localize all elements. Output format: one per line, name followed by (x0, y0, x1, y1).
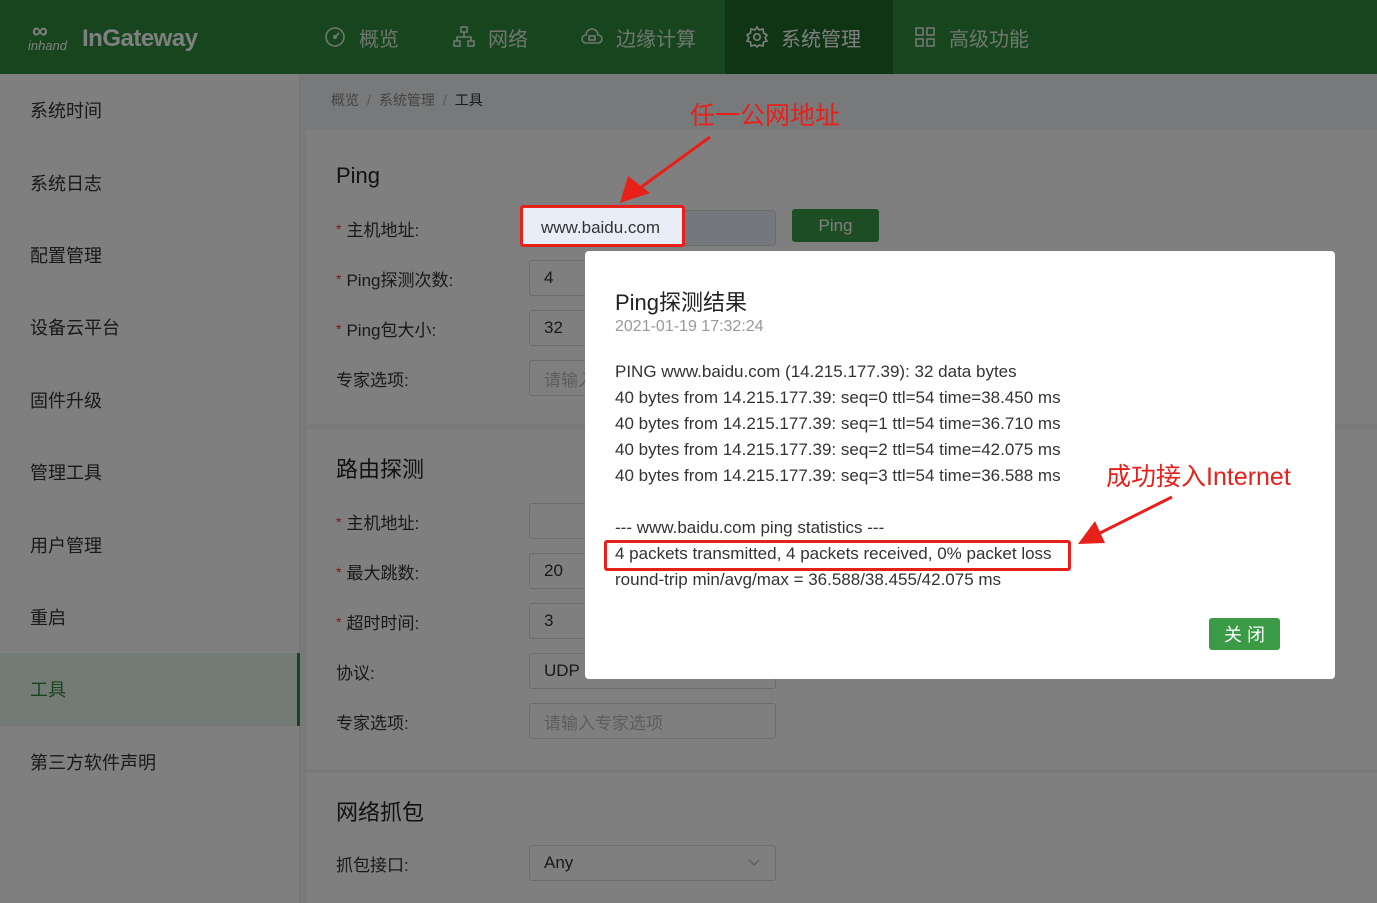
dialog-title: Ping探测结果 (615, 290, 748, 315)
annotation-note-public-address: 任一公网地址 (690, 102, 841, 130)
annotation-note-internet: 成功接入Internet (1106, 463, 1291, 491)
output-line: 40 bytes from 14.215.177.39: seq=1 ttl=5… (615, 414, 1061, 433)
close-button[interactable]: 关 闭 (1209, 618, 1280, 650)
annotated-host-value: www.baidu.com (541, 218, 661, 237)
output-line: 40 bytes from 14.215.177.39: seq=2 ttl=5… (615, 440, 1061, 459)
output-line: PING www.baidu.com (14.215.177.39): 32 d… (615, 362, 1017, 381)
output-line: 40 bytes from 14.215.177.39: seq=3 ttl=5… (615, 466, 1061, 485)
output-line: 40 bytes from 14.215.177.39: seq=0 ttl=5… (615, 388, 1061, 407)
output-line: --- www.baidu.com ping statistics --- (615, 518, 885, 537)
dialog-timestamp: 2021-01-19 17:32:24 (615, 318, 764, 335)
annotation-box-host: www.baidu.com (520, 205, 685, 247)
annotation-box-stats (604, 540, 1071, 571)
